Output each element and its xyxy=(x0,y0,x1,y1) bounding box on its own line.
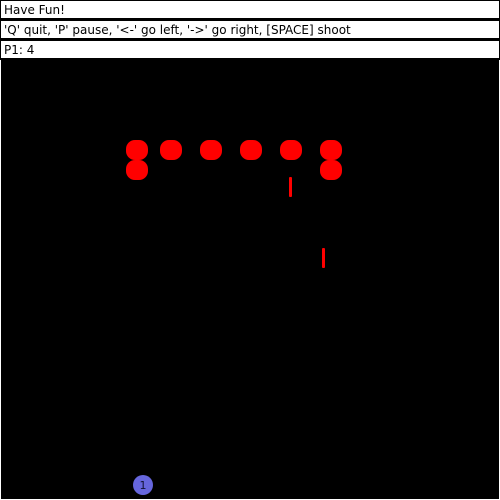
invader-bullet xyxy=(289,177,292,197)
invader xyxy=(200,140,222,160)
title-text: Have Fun! xyxy=(0,0,500,19)
invader xyxy=(320,140,342,160)
invader-bullet xyxy=(322,248,325,268)
playfield xyxy=(0,60,500,500)
invader xyxy=(160,140,182,160)
invader xyxy=(240,140,262,160)
invader xyxy=(126,140,148,160)
score-display: P1: 4 xyxy=(0,40,500,59)
controls-hint: 'Q' quit, 'P' pause, '<-' go left, '->' … xyxy=(0,20,500,39)
game-window[interactable]: Have Fun! 'Q' quit, 'P' pause, '<-' go l… xyxy=(0,0,500,500)
invader xyxy=(126,160,148,180)
invader xyxy=(320,160,342,180)
invader xyxy=(280,140,302,160)
player-ship: 1 xyxy=(133,475,153,495)
